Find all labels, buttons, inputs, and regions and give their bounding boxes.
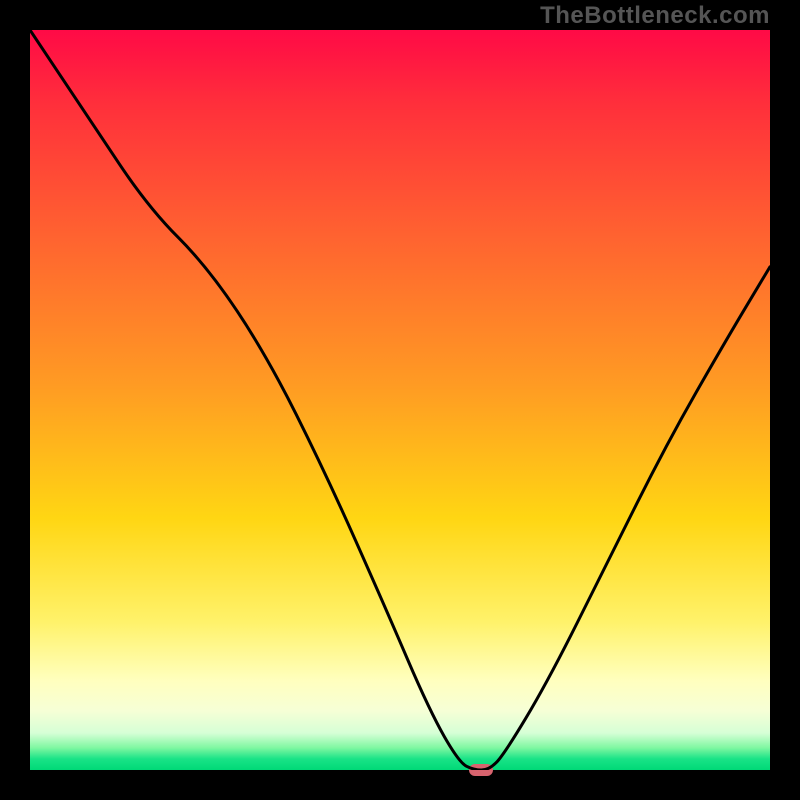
chart-frame: TheBottleneck.com	[0, 0, 800, 800]
bottleneck-curve	[30, 30, 770, 770]
plot-area	[30, 30, 770, 770]
watermark-text: TheBottleneck.com	[540, 2, 770, 30]
